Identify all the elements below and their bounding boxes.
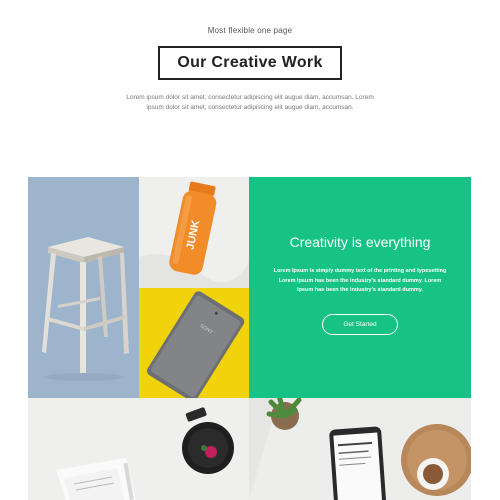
section-eyebrow: Most flexible one page [207, 26, 293, 35]
description-line-2: ipsum dolor sit amet, consectetur adipis… [146, 104, 354, 111]
section-title-box: Our Creative Work [158, 46, 342, 80]
plant-phone-photo-icon [249, 398, 471, 500]
stool-photo-icon [28, 177, 139, 398]
description-line-1: Lorem ipsum dolor sit amet, consectetur … [126, 94, 374, 101]
section-description: Lorem ipsum dolor sit amet, consectetur … [100, 93, 400, 113]
portfolio-grid: JUNK SONY Creativity is everything Lorem… [28, 177, 471, 500]
feature-heading: Creativity is everything [289, 234, 431, 250]
get-started-button[interactable]: Get Started [322, 314, 398, 335]
portfolio-item-workspace[interactable] [249, 398, 471, 500]
section-title: Our Creative Work [177, 54, 323, 71]
portfolio-item-phone[interactable]: SONY [139, 288, 249, 398]
feature-panel: Creativity is everything Lorem Ipsum is … [249, 177, 471, 398]
portfolio-item-desk[interactable] [28, 398, 249, 500]
smartphone-photo-icon: SONY [139, 288, 249, 398]
desk-photo-icon [28, 398, 249, 500]
feature-text-line-1: Lorem Ipsum is simply dummy text of the … [273, 268, 447, 274]
feature-text: Lorem Ipsum is simply dummy text of the … [269, 267, 451, 296]
feature-text-line-3: Ipsum has been the industry's standard d… [297, 287, 423, 293]
feature-text-line-2: Lorem Ipsum has been the industry's stan… [278, 277, 442, 284]
portfolio-item-bottle[interactable]: JUNK [139, 177, 249, 288]
juice-bottle-photo-icon: JUNK [139, 177, 249, 288]
portfolio-item-stool[interactable] [28, 177, 139, 398]
